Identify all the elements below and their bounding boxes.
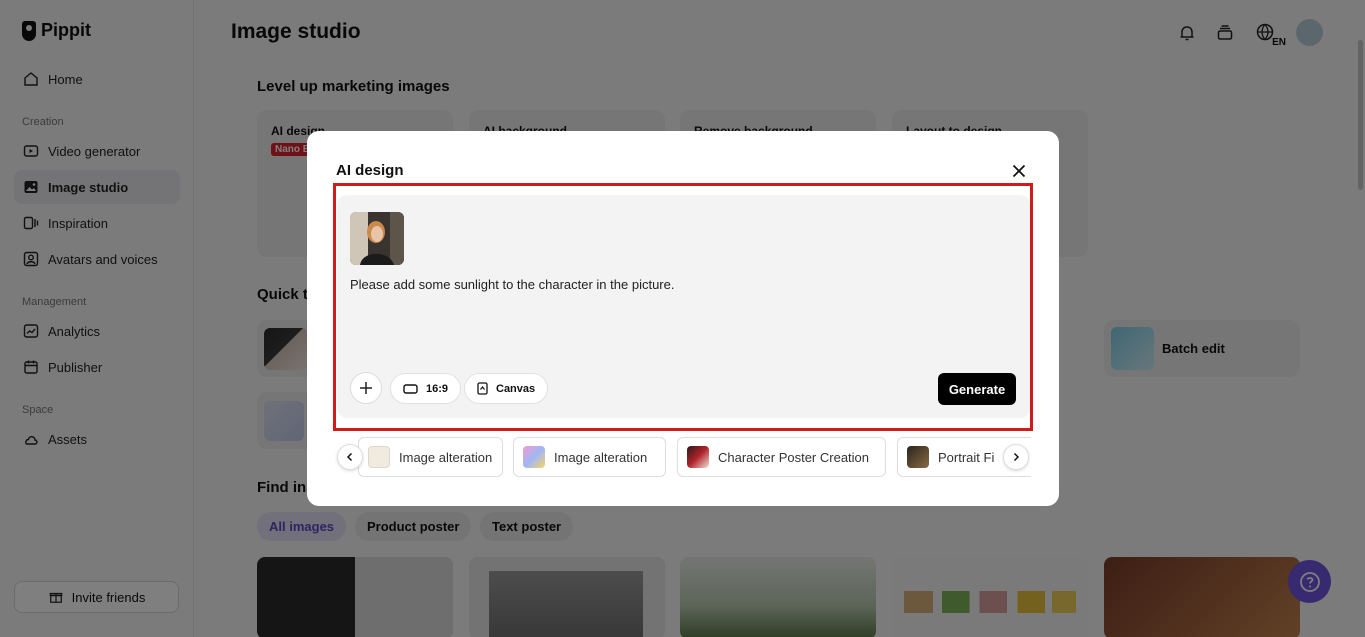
suggestion-thumbnail (687, 446, 709, 468)
suggestion-label: Image alteration (554, 449, 648, 465)
chevron-left-icon (346, 452, 353, 462)
suggestion-chip[interactable]: Image alteration (358, 437, 503, 477)
suggestion-thumbnail (368, 446, 390, 468)
suggestion-thumbnail (523, 446, 545, 468)
suggestion-chip[interactable]: Character Poster Creation (677, 437, 886, 477)
suggestion-chip[interactable]: Image alteration (513, 437, 666, 477)
suggestion-strip: Image alteration Image alteration Charac… (336, 437, 1031, 477)
suggestion-label: Image alteration (399, 449, 493, 465)
close-button[interactable] (1010, 162, 1028, 180)
suggestion-label: Character Poster Creation (718, 449, 870, 465)
suggestion-thumbnail (907, 446, 929, 468)
chevron-right-icon (1013, 452, 1020, 462)
suggestion-label: Portrait Fi (938, 449, 995, 465)
close-icon (1012, 164, 1026, 178)
suggestions-prev-button[interactable] (337, 444, 363, 470)
highlight-box (333, 183, 1033, 431)
modal-title: AI design (336, 162, 404, 179)
suggestions-next-button[interactable] (1003, 444, 1029, 470)
ai-design-modal: AI design Please add some sunlight to th… (307, 131, 1059, 506)
